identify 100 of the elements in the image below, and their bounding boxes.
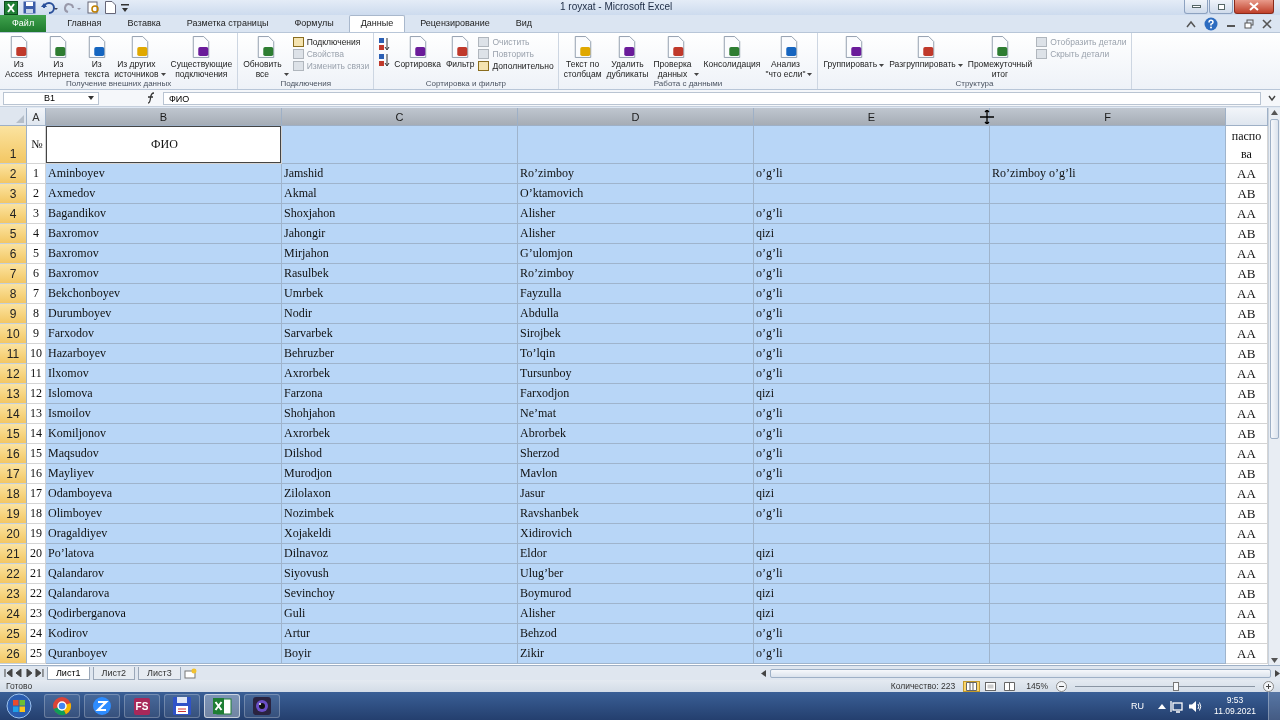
formula-field[interactable]: ФИО [163,91,1261,105]
ribbon-button[interactable]: Существующие подключения [169,35,234,79]
taskbar-app[interactable]: FS [124,694,160,718]
sort-icon[interactable] [378,37,391,51]
close-icon[interactable] [1262,18,1272,29]
row-header[interactable]: 21 [0,544,27,564]
ribbon-tab[interactable]: Формулы [283,16,345,32]
ribbon-tab[interactable]: Вид [504,16,543,32]
sheet-tab[interactable]: Лист1 [46,666,90,680]
ribbon-button[interactable]: Группировать [822,35,886,79]
zoom-level[interactable]: 145% [1026,681,1048,691]
customize-icon[interactable] [121,2,129,13]
zoom-out-icon[interactable] [1056,680,1067,692]
undo-icon[interactable] [41,1,59,14]
column-header[interactable]: F [990,108,1226,126]
ribbon-button[interactable]: Обновить все [242,35,290,79]
left-arrow-icon[interactable] [760,669,766,677]
row-header[interactable]: 4 [0,204,27,224]
row-header[interactable]: 24 [0,604,27,624]
ribbon-button[interactable]: Текст по столбцам [562,35,603,79]
row-header[interactable]: 9 [0,304,27,324]
column-header[interactable]: B [46,108,282,126]
close-button[interactable] [1234,0,1274,14]
row-header[interactable]: 18 [0,484,27,504]
column-header[interactable]: E [754,108,990,126]
ribbon-button[interactable]: Промежуточный итог [966,35,1034,79]
ribbon-button[interactable]: Подключения [292,37,370,47]
ribbon-button[interactable]: Проверка данных [652,35,700,79]
ribbon-tab[interactable]: Разметка страницы [175,16,280,32]
row-header[interactable]: 20 [0,524,27,544]
row-header[interactable]: 10 [0,324,27,344]
row-header[interactable]: 12 [0,364,27,384]
column-header[interactable]: C [282,108,518,126]
row-header[interactable]: 23 [0,584,27,604]
row-header[interactable]: 8 [0,284,27,304]
ribbon-tab[interactable]: Главная [56,16,113,32]
function-icon[interactable] [145,92,157,104]
collapse-ribbon-icon[interactable] [1186,19,1196,28]
ribbon-tab[interactable]: Рецензирование [409,16,501,32]
new-document-icon[interactable] [105,1,116,14]
row-header[interactable]: 2 [0,164,27,184]
view-button[interactable] [963,680,981,692]
row-header[interactable]: 5 [0,224,27,244]
row-header[interactable]: 19 [0,504,27,524]
taskbar-app[interactable] [244,694,280,718]
ribbon-button[interactable]: Сортировка [393,35,442,79]
row-header[interactable]: 6 [0,244,27,264]
down-arrow-icon[interactable] [1271,658,1278,663]
row-header[interactable]: 7 [0,264,27,284]
taskbar-app[interactable] [164,694,200,718]
help-icon[interactable] [1204,16,1218,31]
right-arrow-icon[interactable] [1275,669,1280,677]
expand-icon[interactable] [1267,93,1277,103]
language-indicator[interactable]: RU [1131,701,1145,711]
up-arrow-icon[interactable] [1271,110,1278,115]
network-icon[interactable] [1170,699,1185,713]
minimize-button[interactable] [1184,0,1208,14]
row-header[interactable]: 16 [0,444,27,464]
sheet-tab[interactable]: Лист2 [92,666,136,680]
sheet-navigation-icon[interactable] [4,669,44,677]
row-header[interactable]: 15 [0,424,27,444]
ribbon-button[interactable]: Консолидация [702,35,762,79]
row-header[interactable]: 1 [0,126,27,164]
speaker-icon[interactable] [1188,699,1203,713]
row-header[interactable]: 11 [0,344,27,364]
zoom-in-icon[interactable] [1263,680,1274,692]
row-header[interactable]: 13 [0,384,27,404]
name-box[interactable]: B1 [3,91,99,105]
ribbon-button[interactable]: Из Интернета [36,35,81,79]
excel-icon[interactable] [4,0,18,15]
restore-icon[interactable] [1244,18,1254,29]
vertical-scrollbar[interactable] [1268,108,1280,665]
ribbon-button[interactable]: Дополнительно [478,61,554,71]
clock[interactable]: 9:53 11.09.2021 [1214,695,1256,717]
row-header[interactable]: 17 [0,464,27,484]
taskbar-app[interactable] [84,694,120,718]
ribbon-button[interactable]: Из текста [83,35,111,79]
restore-button[interactable] [1209,0,1233,14]
ribbon-tab[interactable]: Данные [348,15,406,32]
ribbon-button[interactable]: Из Access [4,35,34,79]
ribbon-button[interactable]: Разгруппировать [888,35,964,79]
taskbar-app[interactable] [44,694,80,718]
row-header[interactable]: 22 [0,564,27,584]
ribbon-tab[interactable]: Вставка [116,16,172,32]
column-header[interactable]: D [518,108,754,126]
row-header[interactable]: 26 [0,644,27,664]
save-icon[interactable] [23,1,36,14]
print-preview-icon[interactable] [87,1,100,14]
row-header[interactable]: 14 [0,404,27,424]
ribbon-button[interactable]: Удалить дубликаты [605,35,650,79]
zoom-slider[interactable] [1075,681,1255,691]
ribbon-button[interactable]: Анализ "что если" [764,35,814,79]
column-header[interactable]: A [27,108,46,126]
ribbon-button[interactable]: Фильтр [444,35,476,79]
start-button[interactable] [6,693,32,719]
row-header[interactable]: 25 [0,624,27,644]
taskbar-app[interactable] [204,694,240,718]
row-header[interactable]: 3 [0,184,27,204]
horizontal-scrollbar[interactable] [760,667,1280,679]
sheet-tab[interactable]: Лист3 [138,666,181,680]
